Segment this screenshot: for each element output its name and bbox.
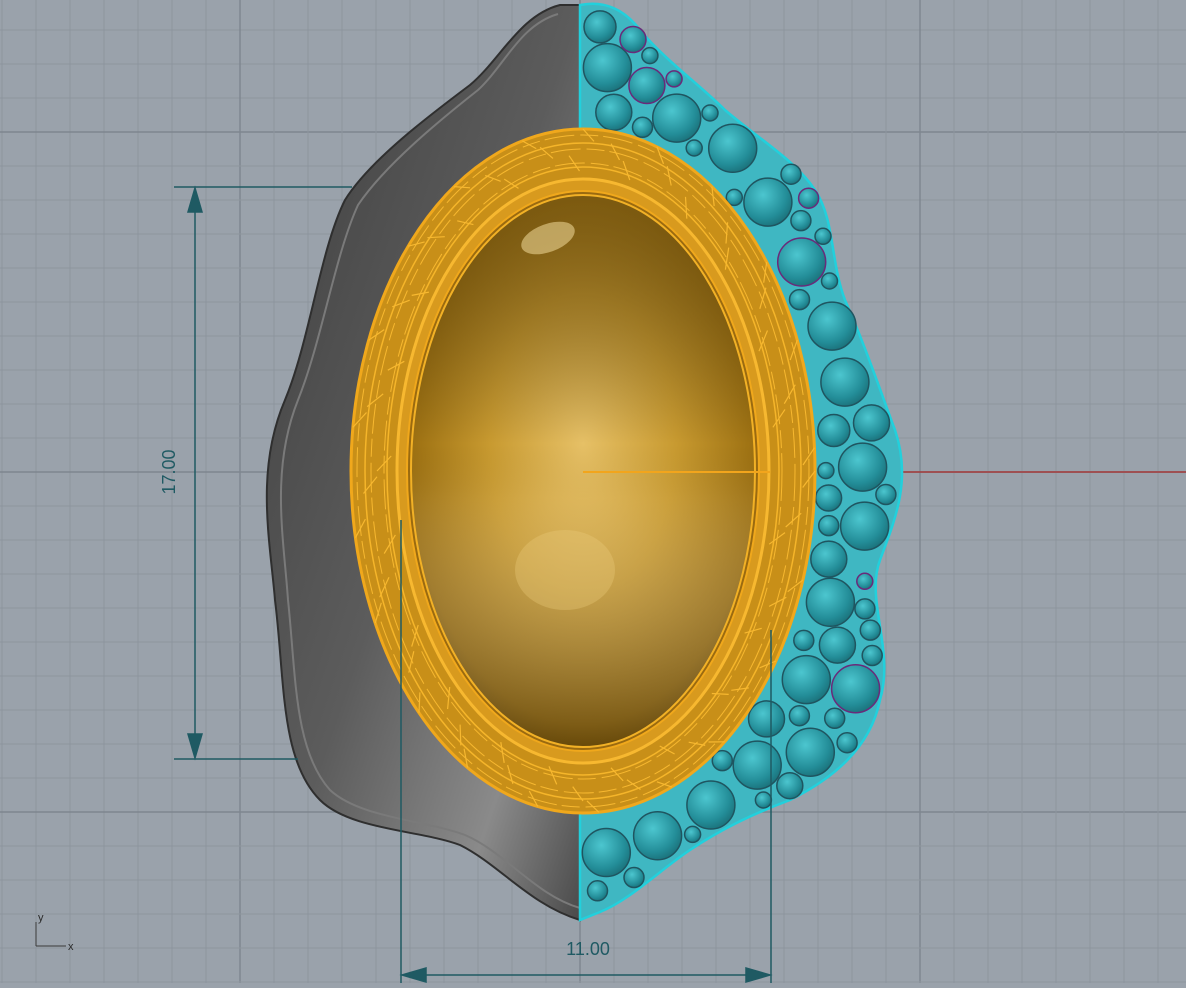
pave-stone[interactable] <box>857 573 873 589</box>
pave-stone[interactable] <box>855 599 875 619</box>
pave-stone[interactable] <box>811 541 847 577</box>
pave-stone[interactable] <box>825 708 845 728</box>
pave-stone[interactable] <box>854 405 890 441</box>
pave-stone[interactable] <box>815 228 831 244</box>
height-dimension-label: 17.00 <box>159 449 179 494</box>
pave-stone[interactable] <box>634 812 682 860</box>
pave-stone[interactable] <box>839 443 887 491</box>
axis-widget-y-label: y <box>38 912 44 924</box>
pave-stone[interactable] <box>790 290 810 310</box>
pave-stone[interactable] <box>822 273 838 289</box>
pave-stone[interactable] <box>629 68 665 104</box>
pave-stone[interactable] <box>821 358 869 406</box>
pave-stone[interactable] <box>620 27 646 53</box>
pave-stone[interactable] <box>778 238 826 286</box>
pave-stone[interactable] <box>584 11 616 43</box>
rhino-top-viewport[interactable]: 17.00 11.00 y x <box>0 0 1186 983</box>
pave-stone[interactable] <box>633 117 653 137</box>
pave-stone[interactable] <box>786 728 834 776</box>
pave-stone[interactable] <box>789 706 809 726</box>
pave-stone[interactable] <box>819 516 839 536</box>
pave-stone[interactable] <box>777 773 803 799</box>
pave-stone[interactable] <box>653 94 701 142</box>
pave-stone[interactable] <box>818 463 834 479</box>
pave-stone[interactable] <box>794 630 814 650</box>
pave-stone[interactable] <box>685 826 701 842</box>
axis-widget <box>36 922 66 946</box>
pave-stone[interactable] <box>686 140 702 156</box>
pave-stone[interactable] <box>642 48 658 64</box>
pave-stone[interactable] <box>816 485 842 511</box>
pave-stone[interactable] <box>588 881 608 901</box>
pave-stone[interactable] <box>876 485 896 505</box>
pave-stone[interactable] <box>709 124 757 172</box>
pave-stone[interactable] <box>806 578 854 626</box>
pave-stone[interactable] <box>755 792 771 808</box>
width-dimension-label: 11.00 <box>566 939 610 959</box>
pave-stone[interactable] <box>832 665 880 713</box>
pave-stone[interactable] <box>862 646 882 666</box>
pave-stone[interactable] <box>583 44 631 92</box>
pave-stone[interactable] <box>799 188 819 208</box>
pave-stone[interactable] <box>782 656 830 704</box>
viewport-canvas[interactable]: 17.00 11.00 y x <box>0 0 1186 983</box>
pave-stone[interactable] <box>860 620 880 640</box>
pave-stone[interactable] <box>666 71 682 87</box>
pave-stone[interactable] <box>624 868 644 888</box>
pave-stone[interactable] <box>818 415 850 447</box>
pave-stone[interactable] <box>819 627 855 663</box>
pave-stone[interactable] <box>749 701 785 737</box>
pave-stone[interactable] <box>596 94 632 130</box>
bezel-texture-line <box>460 725 461 746</box>
pave-stone[interactable] <box>744 178 792 226</box>
pave-stone[interactable] <box>781 164 801 184</box>
pave-stone[interactable] <box>791 211 811 231</box>
pave-stone[interactable] <box>841 502 889 550</box>
pave-stone[interactable] <box>687 781 735 829</box>
pave-stone[interactable] <box>582 829 630 877</box>
pave-stone[interactable] <box>808 302 856 350</box>
pave-stone[interactable] <box>837 733 857 753</box>
pave-stone[interactable] <box>702 105 718 121</box>
pave-stone[interactable] <box>733 741 781 789</box>
axis-widget-x-label: x <box>68 941 74 953</box>
